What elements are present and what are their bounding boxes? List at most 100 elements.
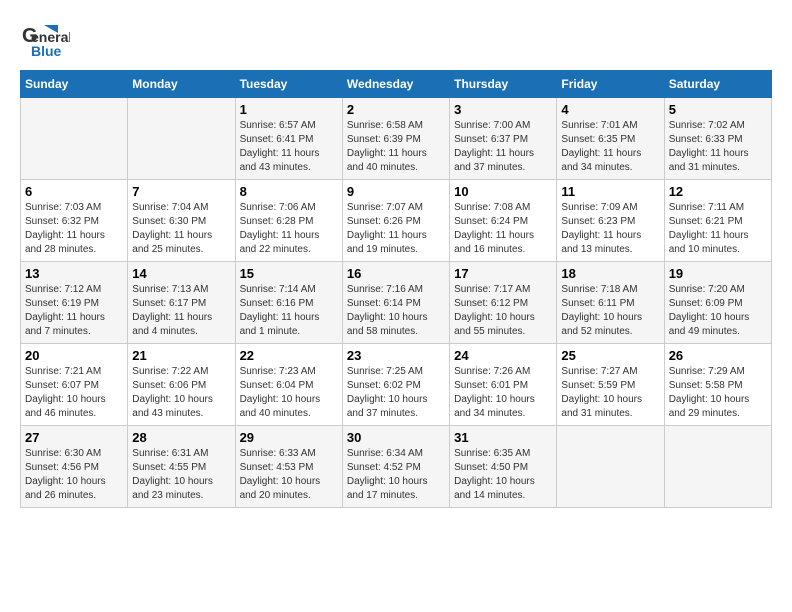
- calendar-cell: 1 Sunrise: 6:57 AM Sunset: 6:41 PM Daylig…: [235, 98, 342, 180]
- weekday-header-saturday: Saturday: [664, 71, 771, 98]
- calendar-week-2: 6 Sunrise: 7:03 AM Sunset: 6:32 PM Daylig…: [21, 180, 772, 262]
- calendar-cell: 21Sunrise: 7:22 AM Sunset: 6:06 PM Dayli…: [128, 344, 235, 426]
- calendar-cell: 6 Sunrise: 7:03 AM Sunset: 6:32 PM Daylig…: [21, 180, 128, 262]
- day-info: Sunrise: 7:27 AM Sunset: 5:59 PM Dayligh…: [561, 365, 659, 421]
- day-info: Sunrise: 7:22 AM Sunset: 6:06 PM Dayligh…: [132, 365, 230, 421]
- calendar-cell: 10 Sunrise: 7:08 AM Sunset: 6:24 PM Dayli…: [450, 180, 557, 262]
- day-number: 27: [25, 430, 123, 445]
- day-info: Sunrise: 7:23 AM Sunset: 6:04 PM Dayligh…: [240, 365, 338, 421]
- day-info: Sunrise: 7:00 AM Sunset: 6:37 PM Dayligh…: [454, 119, 552, 175]
- day-number: 28: [132, 430, 230, 445]
- day-info: Sunrise: 7:02 AM Sunset: 6:33 PM Dayligh…: [669, 119, 767, 175]
- day-number: 6: [25, 184, 123, 199]
- day-number: 13: [25, 266, 123, 281]
- day-number: 2: [347, 102, 445, 117]
- day-number: 8: [240, 184, 338, 199]
- calendar-cell: 16 Sunrise: 7:16 AM Sunset: 6:14 PM Dayli…: [342, 262, 449, 344]
- day-info: Sunrise: 7:26 AM Sunset: 6:01 PM Dayligh…: [454, 365, 552, 421]
- day-info: Sunrise: 7:09 AM Sunset: 6:23 PM Dayligh…: [561, 201, 659, 257]
- logo-svg: G eneral Blue: [20, 20, 70, 60]
- calendar-cell: 22 Sunrise: 7:23 AM Sunset: 6:04 PM Dayli…: [235, 344, 342, 426]
- day-info: Sunrise: 7:06 AM Sunset: 6:28 PM Dayligh…: [240, 201, 338, 257]
- day-info: Sunrise: 7:25 AM Sunset: 6:02 PM Dayligh…: [347, 365, 445, 421]
- day-info: Sunrise: 7:29 AM Sunset: 5:58 PM Dayligh…: [669, 365, 767, 421]
- day-number: 19: [669, 266, 767, 281]
- calendar-cell: 17 Sunrise: 7:17 AM Sunset: 6:12 PM Dayli…: [450, 262, 557, 344]
- calendar-cell: 8 Sunrise: 7:06 AM Sunset: 6:28 PM Daylig…: [235, 180, 342, 262]
- day-info: Sunrise: 6:30 AM Sunset: 4:56 PM Dayligh…: [25, 447, 123, 503]
- day-number: 7: [132, 184, 230, 199]
- calendar-body: 1 Sunrise: 6:57 AM Sunset: 6:41 PM Daylig…: [21, 98, 772, 508]
- day-info: Sunrise: 6:58 AM Sunset: 6:39 PM Dayligh…: [347, 119, 445, 175]
- calendar-cell: 31Sunrise: 6:35 AM Sunset: 4:50 PM Dayli…: [450, 426, 557, 508]
- day-info: Sunrise: 6:31 AM Sunset: 4:55 PM Dayligh…: [132, 447, 230, 503]
- day-number: 24: [454, 348, 552, 363]
- calendar-week-1: 1 Sunrise: 6:57 AM Sunset: 6:41 PM Daylig…: [21, 98, 772, 180]
- day-info: Sunrise: 6:35 AM Sunset: 4:50 PM Dayligh…: [454, 447, 552, 503]
- day-info: Sunrise: 7:08 AM Sunset: 6:24 PM Dayligh…: [454, 201, 552, 257]
- day-number: 3: [454, 102, 552, 117]
- day-number: 5: [669, 102, 767, 117]
- calendar-cell: 4 Sunrise: 7:01 AM Sunset: 6:35 PM Daylig…: [557, 98, 664, 180]
- calendar-cell: 14Sunrise: 7:13 AM Sunset: 6:17 PM Dayli…: [128, 262, 235, 344]
- day-number: 10: [454, 184, 552, 199]
- calendar-cell: 20 Sunrise: 7:21 AM Sunset: 6:07 PM Dayli…: [21, 344, 128, 426]
- day-info: Sunrise: 7:01 AM Sunset: 6:35 PM Dayligh…: [561, 119, 659, 175]
- weekday-header-row: SundayMondayTuesdayWednesdayThursdayFrid…: [21, 71, 772, 98]
- calendar-cell: 11 Sunrise: 7:09 AM Sunset: 6:23 PM Dayli…: [557, 180, 664, 262]
- calendar-cell: 2 Sunrise: 6:58 AM Sunset: 6:39 PM Daylig…: [342, 98, 449, 180]
- calendar-table: SundayMondayTuesdayWednesdayThursdayFrid…: [20, 70, 772, 508]
- calendar-week-4: 20 Sunrise: 7:21 AM Sunset: 6:07 PM Dayli…: [21, 344, 772, 426]
- day-info: Sunrise: 7:20 AM Sunset: 6:09 PM Dayligh…: [669, 283, 767, 339]
- calendar-cell: 15 Sunrise: 7:14 AM Sunset: 6:16 PM Dayli…: [235, 262, 342, 344]
- weekday-header-friday: Friday: [557, 71, 664, 98]
- calendar-cell: 25 Sunrise: 7:27 AM Sunset: 5:59 PM Dayli…: [557, 344, 664, 426]
- day-number: 9: [347, 184, 445, 199]
- day-number: 22: [240, 348, 338, 363]
- day-number: 20: [25, 348, 123, 363]
- day-info: Sunrise: 7:18 AM Sunset: 6:11 PM Dayligh…: [561, 283, 659, 339]
- day-number: 12: [669, 184, 767, 199]
- day-info: Sunrise: 7:14 AM Sunset: 6:16 PM Dayligh…: [240, 283, 338, 339]
- calendar-cell: 13 Sunrise: 7:12 AM Sunset: 6:19 PM Dayli…: [21, 262, 128, 344]
- weekday-header-sunday: Sunday: [21, 71, 128, 98]
- weekday-header-tuesday: Tuesday: [235, 71, 342, 98]
- calendar-cell: 23 Sunrise: 7:25 AM Sunset: 6:02 PM Dayli…: [342, 344, 449, 426]
- day-info: Sunrise: 6:33 AM Sunset: 4:53 PM Dayligh…: [240, 447, 338, 503]
- day-number: 30: [347, 430, 445, 445]
- calendar-cell: 24 Sunrise: 7:26 AM Sunset: 6:01 PM Dayli…: [450, 344, 557, 426]
- day-info: Sunrise: 7:07 AM Sunset: 6:26 PM Dayligh…: [347, 201, 445, 257]
- calendar-week-5: 27 Sunrise: 6:30 AM Sunset: 4:56 PM Dayli…: [21, 426, 772, 508]
- page-header: G eneral Blue: [20, 20, 772, 60]
- day-info: Sunrise: 7:17 AM Sunset: 6:12 PM Dayligh…: [454, 283, 552, 339]
- calendar-cell: 12Sunrise: 7:11 AM Sunset: 6:21 PM Dayli…: [664, 180, 771, 262]
- calendar-cell: [557, 426, 664, 508]
- svg-text:Blue: Blue: [31, 43, 62, 59]
- day-info: Sunrise: 7:04 AM Sunset: 6:30 PM Dayligh…: [132, 201, 230, 257]
- day-number: 14: [132, 266, 230, 281]
- calendar-cell: 7 Sunrise: 7:04 AM Sunset: 6:30 PM Daylig…: [128, 180, 235, 262]
- calendar-cell: 5 Sunrise: 7:02 AM Sunset: 6:33 PM Daylig…: [664, 98, 771, 180]
- calendar-cell: 26Sunrise: 7:29 AM Sunset: 5:58 PM Dayli…: [664, 344, 771, 426]
- day-info: Sunrise: 7:21 AM Sunset: 6:07 PM Dayligh…: [25, 365, 123, 421]
- day-info: Sunrise: 7:03 AM Sunset: 6:32 PM Dayligh…: [25, 201, 123, 257]
- day-number: 1: [240, 102, 338, 117]
- day-number: 4: [561, 102, 659, 117]
- day-number: 11: [561, 184, 659, 199]
- weekday-header-monday: Monday: [128, 71, 235, 98]
- day-info: Sunrise: 7:16 AM Sunset: 6:14 PM Dayligh…: [347, 283, 445, 339]
- calendar-cell: 27 Sunrise: 6:30 AM Sunset: 4:56 PM Dayli…: [21, 426, 128, 508]
- day-info: Sunrise: 6:57 AM Sunset: 6:41 PM Dayligh…: [240, 119, 338, 175]
- calendar-cell: 3 Sunrise: 7:00 AM Sunset: 6:37 PM Daylig…: [450, 98, 557, 180]
- logo: G eneral Blue: [20, 20, 70, 60]
- day-number: 17: [454, 266, 552, 281]
- calendar-cell: [128, 98, 235, 180]
- day-info: Sunrise: 6:34 AM Sunset: 4:52 PM Dayligh…: [347, 447, 445, 503]
- day-number: 15: [240, 266, 338, 281]
- day-number: 16: [347, 266, 445, 281]
- day-number: 23: [347, 348, 445, 363]
- calendar-cell: 19 Sunrise: 7:20 AM Sunset: 6:09 PM Dayli…: [664, 262, 771, 344]
- day-info: Sunrise: 7:12 AM Sunset: 6:19 PM Dayligh…: [25, 283, 123, 339]
- day-number: 29: [240, 430, 338, 445]
- day-number: 25: [561, 348, 659, 363]
